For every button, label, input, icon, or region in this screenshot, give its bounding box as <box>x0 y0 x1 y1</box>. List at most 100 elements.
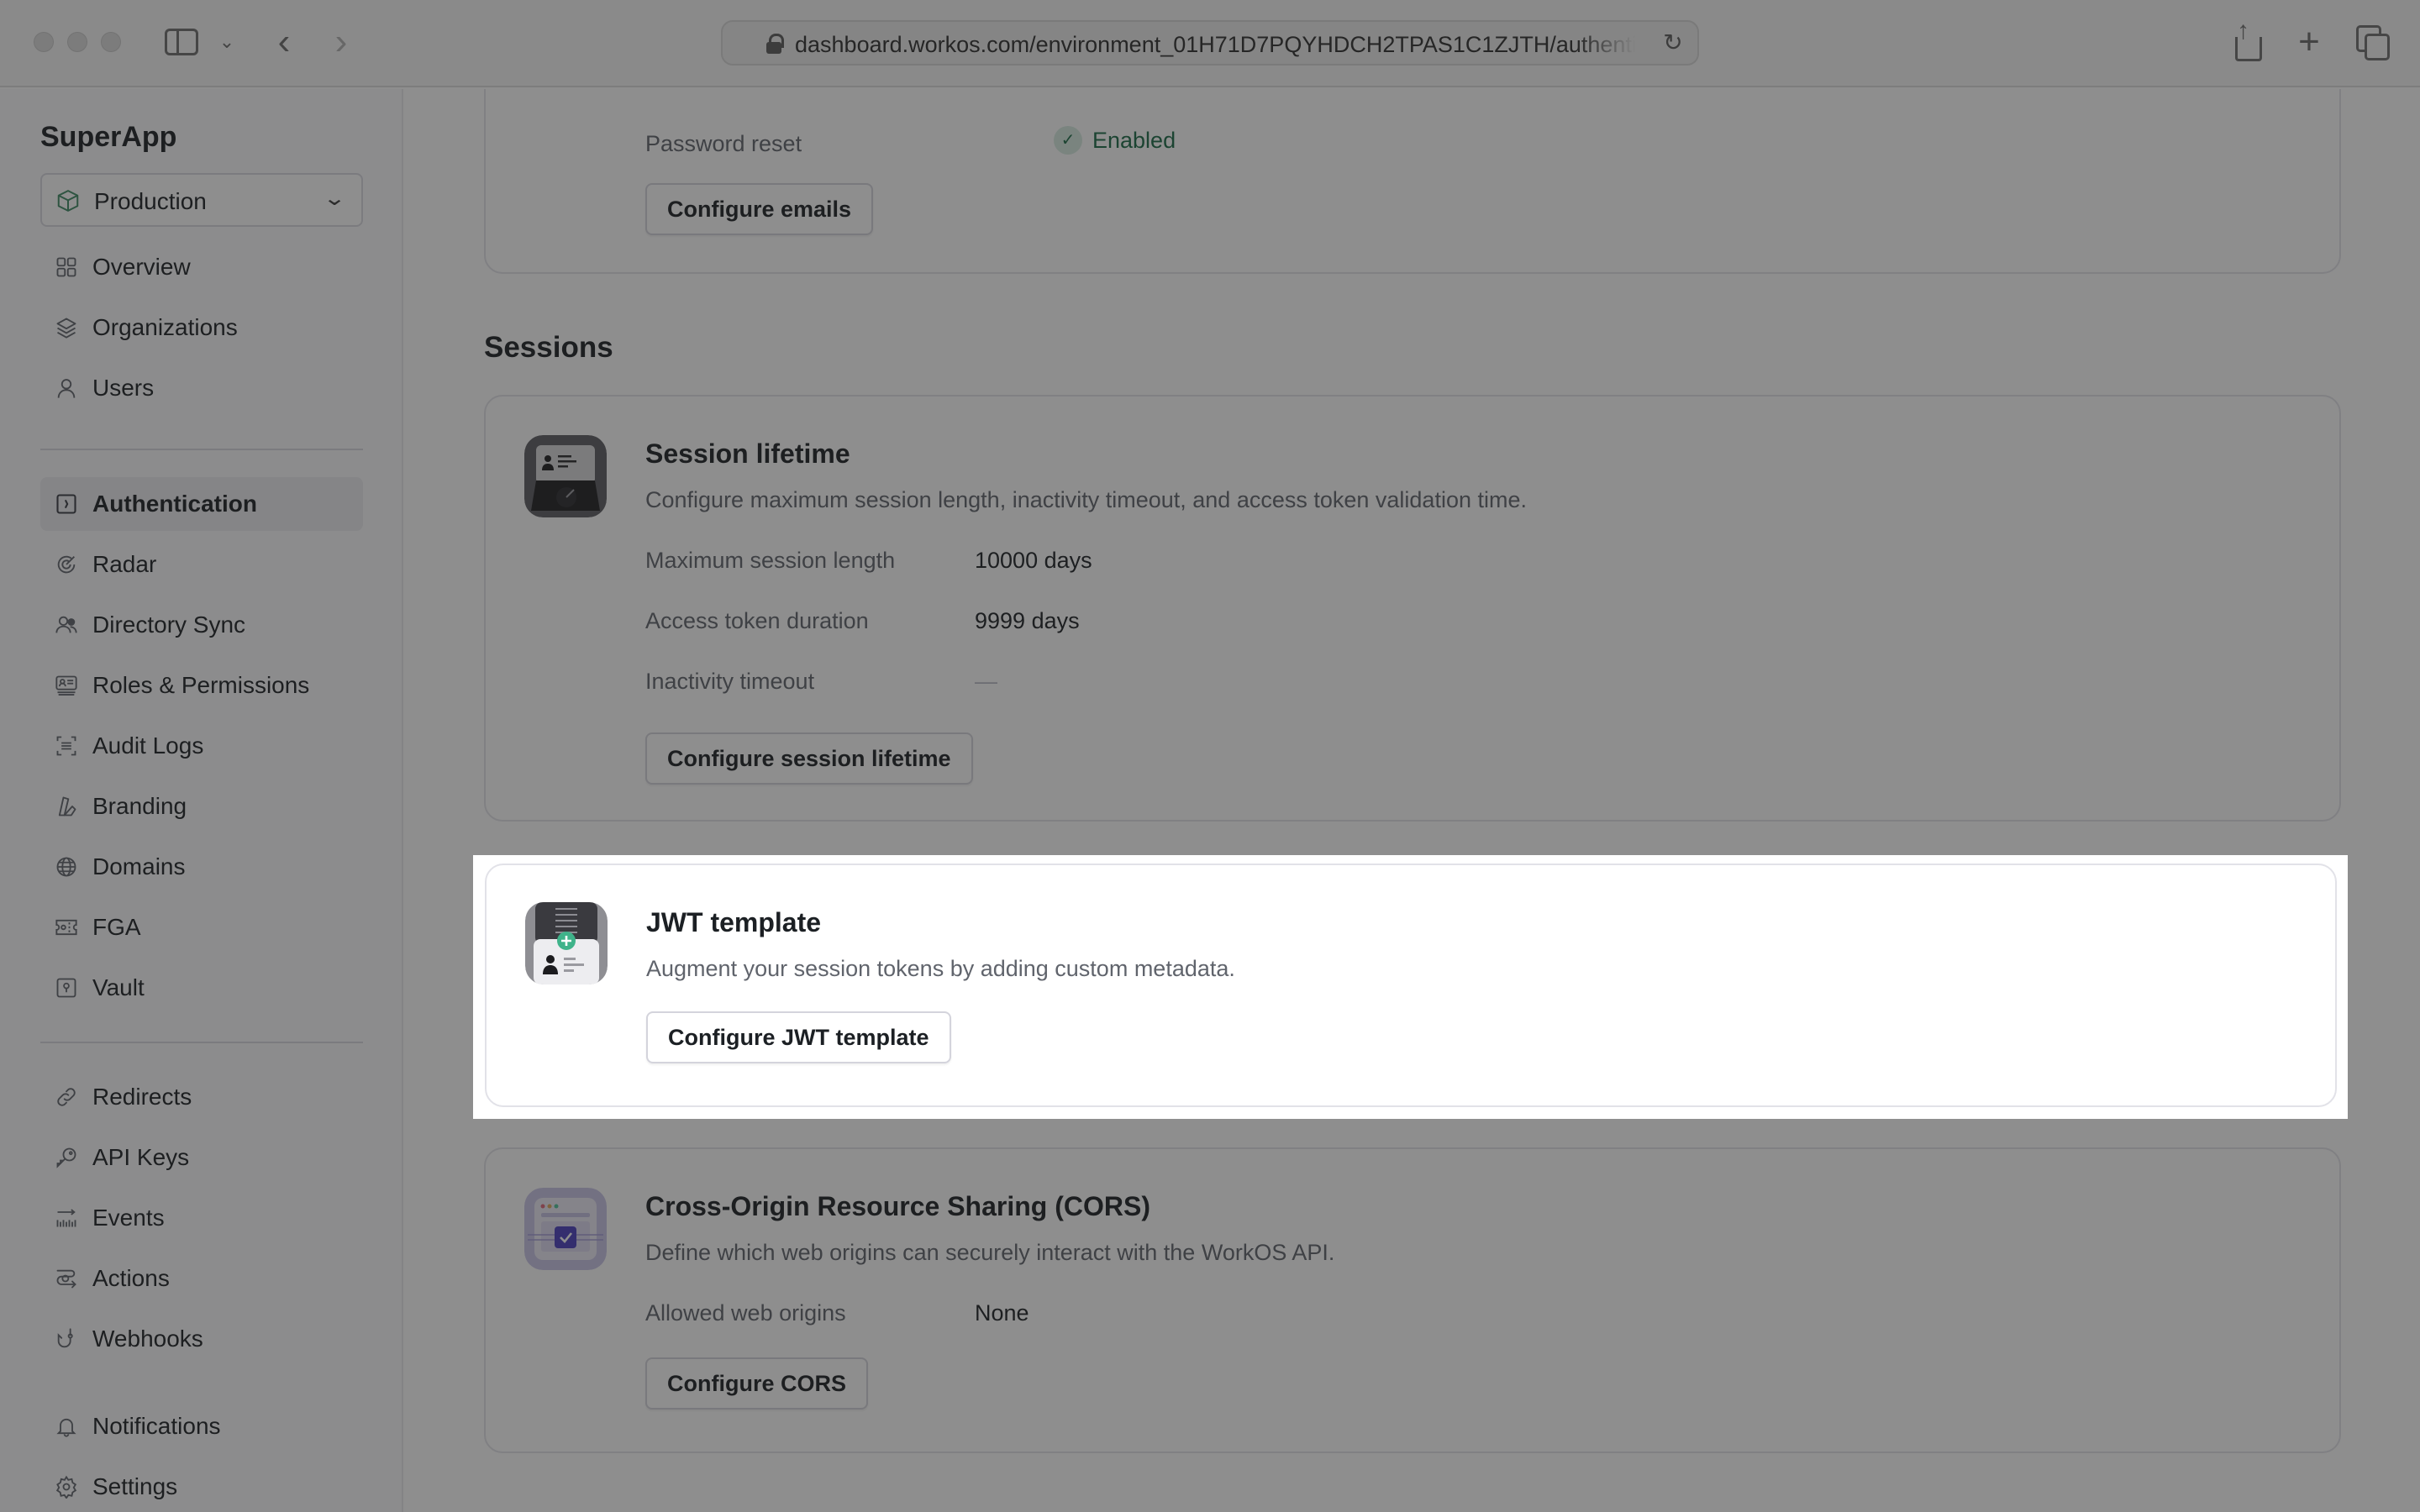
password-reset-status: ✓ Enabled <box>1054 126 1176 155</box>
sidebar-item-label: Roles & Permissions <box>92 672 310 698</box>
sidebar-item-actions[interactable]: Actions <box>40 1252 363 1305</box>
share-icon[interactable] <box>2233 17 2262 61</box>
layers-icon <box>56 318 76 339</box>
id-card-icon <box>55 675 77 696</box>
new-tab-icon[interactable]: + <box>2292 21 2326 62</box>
swatch-icon <box>58 796 76 816</box>
actions-icon <box>56 1269 76 1289</box>
user-icon <box>57 379 76 398</box>
sidebar-item-label: Notifications <box>92 1413 221 1439</box>
sidebar-item-vault[interactable]: Vault <box>40 961 363 1015</box>
sidebar-item-label: Directory Sync <box>92 612 246 638</box>
setting-label: Inactivity timeout <box>645 669 815 694</box>
status-text: Enabled <box>1092 127 1176 153</box>
sidebar-item-authentication[interactable]: Authentication <box>40 477 363 531</box>
cors-title: Cross-Origin Resource Sharing (CORS) <box>645 1191 1150 1221</box>
cors-description: Define which web origins can securely in… <box>645 1240 1335 1265</box>
sidebar-item-label: Vault <box>92 974 145 1000</box>
sidebar-item-fga[interactable]: FGA <box>40 900 363 954</box>
address-bar[interactable]: dashboard.workos.com/environment_01H71D7… <box>721 20 1699 66</box>
sidebar-item-api-keys[interactable]: API Keys <box>40 1131 363 1184</box>
zoom-window-button[interactable] <box>101 32 121 52</box>
setting-label: Allowed web origins <box>645 1300 846 1326</box>
users-icon <box>55 616 77 633</box>
sidebar-item-label: Radar <box>92 551 157 577</box>
bell-icon <box>56 1418 76 1437</box>
configure-session-lifetime-button[interactable]: Configure session lifetime <box>645 732 973 785</box>
key-icon <box>56 1147 76 1168</box>
sessions-heading: Sessions <box>484 331 613 364</box>
gear-icon <box>55 1475 77 1499</box>
cors-icon <box>524 1188 607 1270</box>
setting-label: Maximum session length <box>645 548 896 573</box>
app-name: SuperApp <box>40 121 177 153</box>
sidebar-item-roles-permissions[interactable]: Roles & Permissions <box>40 659 363 712</box>
sidebar-item-webhooks[interactable]: Webhooks <box>40 1312 363 1366</box>
sidebar-item-label: Redirects <box>92 1084 192 1110</box>
sidebar-item-label: Domains <box>92 853 186 879</box>
session-lifetime-title: Session lifetime <box>645 438 850 469</box>
configure-cors-button[interactable]: Configure CORS <box>645 1357 868 1410</box>
jwt-template-card: JWT template Augment your session tokens… <box>485 864 2337 1107</box>
grid-icon <box>56 257 76 277</box>
browser-toolbar: ⌄ ‹ › dashboard.workos.com/environment_0… <box>0 0 2420 87</box>
setting-label: Access token duration <box>645 608 869 633</box>
session-lifetime-icon <box>524 435 607 517</box>
nav-group-developer: Redirects API Keys Events Actions Webhoo… <box>40 1070 363 1366</box>
sidebar-item-label: Organizations <box>92 314 238 340</box>
configure-jwt-template-button[interactable]: Configure JWT template <box>646 1011 951 1063</box>
sidebar-toggle-icon[interactable] <box>165 29 198 55</box>
sidebar-item-radar[interactable]: Radar <box>40 538 363 591</box>
sidebar-item-settings[interactable]: Settings <box>40 1460 363 1512</box>
configure-emails-button[interactable]: Configure emails <box>645 183 874 235</box>
close-window-button[interactable] <box>34 32 54 52</box>
nav-group-account: Notifications Settings <box>40 1399 363 1512</box>
sidebar-item-redirects[interactable]: Redirects <box>40 1070 363 1124</box>
sidebar-item-users[interactable]: Users <box>40 361 363 415</box>
sidebar-item-label: Overview <box>92 254 191 280</box>
setting-value: None <box>975 1300 1029 1326</box>
environment-label: Production <box>94 188 207 214</box>
sidebar-item-domains[interactable]: Domains <box>40 840 363 894</box>
sidebar-item-label: FGA <box>92 914 141 940</box>
session-lifetime-description: Configure maximum session length, inacti… <box>645 487 1527 512</box>
jwt-template-title: JWT template <box>646 907 822 937</box>
hook-icon <box>57 1328 73 1348</box>
sidebar-item-events[interactable]: Events <box>40 1191 363 1245</box>
window-controls <box>34 32 121 52</box>
sidebar-item-notifications[interactable]: Notifications <box>40 1399 363 1453</box>
cors-card: Cross-Origin Resource Sharing (CORS) Def… <box>484 1147 2341 1453</box>
sidebar-item-organizations[interactable]: Organizations <box>40 301 363 354</box>
nav-divider <box>40 449 363 450</box>
minimize-window-button[interactable] <box>67 32 87 52</box>
nav-divider <box>40 1042 363 1043</box>
scan-list-icon <box>56 736 76 756</box>
safe-icon <box>56 978 76 998</box>
jwt-template-icon <box>525 902 608 984</box>
sidebar-item-label: Branding <box>92 793 187 819</box>
sidebar-item-branding[interactable]: Branding <box>40 780 363 833</box>
url-text[interactable]: dashboard.workos.com/environment_01H71D7… <box>795 32 1635 58</box>
sidebar-item-audit-logs[interactable]: Audit Logs <box>40 719 363 773</box>
highlight-spotlight: JWT template Augment your session tokens… <box>473 855 2348 1119</box>
forward-icon[interactable]: › <box>326 21 356 62</box>
back-icon[interactable]: ‹ <box>269 21 299 62</box>
lock-icon <box>766 34 784 54</box>
sidebar-item-label: API Keys <box>92 1144 190 1170</box>
sidebar-item-label: Settings <box>92 1473 178 1499</box>
reload-icon[interactable]: ↻ <box>1660 30 1686 55</box>
tabs-overview-icon[interactable] <box>2356 25 2390 60</box>
sidebar-item-overview[interactable]: Overview <box>40 240 363 294</box>
nav-group-products: Authentication Radar Directory Sync Role… <box>40 477 363 1015</box>
nav-group-primary: Overview Organizations Users <box>40 240 363 415</box>
setting-value: — <box>975 669 997 694</box>
chevron-down-icon[interactable]: ⌄ <box>217 29 237 55</box>
sidebar-item-label: Audit Logs <box>92 732 204 759</box>
main-content: Password reset ✓ Enabled Configure email… <box>405 89 2420 1512</box>
ticket-icon <box>55 919 77 936</box>
environment-select[interactable]: Production ⌄ <box>40 173 363 227</box>
jwt-template-description: Augment your session tokens by adding cu… <box>646 956 1235 981</box>
sidebar-item-label: Events <box>92 1205 165 1231</box>
sidebar-item-directory-sync[interactable]: Directory Sync <box>40 598 363 652</box>
email-settings-card: Password reset ✓ Enabled Configure email… <box>484 89 2341 274</box>
